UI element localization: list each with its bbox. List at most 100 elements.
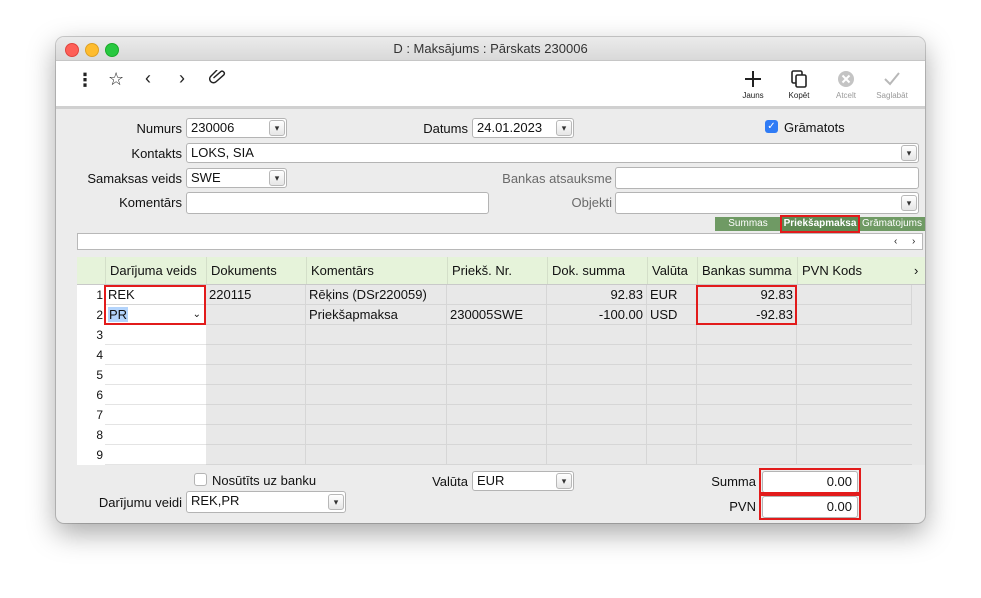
toolbar: ⋮ ☆ ‹ › Jauns Kopēt Atcelt Saglabāt — [56, 61, 925, 109]
column-pvn-kods[interactable]: PVN Kods — [797, 257, 912, 284]
save-button[interactable]: Saglabāt — [872, 69, 912, 100]
valuta-label: Valūta — [432, 474, 468, 489]
grid-body: 1 2 3 4 5 6 7 8 9 REK 220115 Rēķins (DSr… — [77, 285, 925, 465]
cell-dok-summa[interactable]: -100.00 — [547, 305, 647, 325]
cancel-circle-icon — [826, 69, 866, 91]
darijumu-veidi-label: Darījumu veidi — [98, 495, 182, 510]
row-number: 4 — [77, 345, 105, 365]
checkmark-icon — [872, 69, 912, 91]
cell-bankas-summa[interactable]: 92.83 — [697, 285, 797, 305]
nosutits-label: Nosūtīts uz banku — [212, 473, 317, 488]
cell-valuta[interactable]: EUR — [647, 285, 697, 305]
column-bankas-summa[interactable]: Bankas summa — [697, 257, 797, 284]
chevron-down-icon: ▾ — [269, 170, 285, 186]
chevron-right-icon[interactable]: › — [912, 257, 925, 284]
datums-label: Datums — [423, 121, 468, 136]
samaksas-veids-label: Samaksas veids — [87, 171, 182, 186]
kontakts-label: Kontakts — [131, 146, 182, 161]
cancel-button[interactable]: Atcelt — [826, 69, 866, 100]
column-valuta[interactable]: Valūta — [647, 257, 697, 284]
cell-prieks-nr[interactable] — [447, 285, 547, 305]
bankas-atsauksme-label: Bankas atsauksme — [502, 171, 612, 186]
tab-summas[interactable]: Summas — [715, 217, 781, 231]
cell-dok-summa[interactable]: 92.83 — [547, 285, 647, 305]
cell-pvn-kods[interactable] — [797, 305, 912, 325]
row-number: 6 — [77, 385, 105, 405]
cell-prieks-nr[interactable]: 230005SWE — [447, 305, 547, 325]
cell-pvn-kods[interactable] — [797, 285, 912, 305]
cell-valuta[interactable]: USD — [647, 305, 697, 325]
summa-label: Summa — [711, 474, 756, 489]
minimize-window-button[interactable] — [85, 43, 99, 57]
zoom-window-button[interactable] — [105, 43, 119, 57]
kontakts-value: LOKS, SIA — [191, 145, 254, 160]
row-number: 8 — [77, 425, 105, 445]
chevron-down-icon: ▾ — [328, 494, 344, 510]
row-number: 5 — [77, 365, 105, 385]
window-title: D : Maksājums : Pārskats 230006 — [393, 41, 588, 56]
column-prieks-nr[interactable]: Priekš. Nr. — [447, 257, 547, 284]
chevron-down-icon: ▾ — [269, 120, 285, 136]
chevron-down-icon: ▾ — [556, 120, 572, 136]
grid-header: Darījuma veids Dokuments Komentārs Priek… — [77, 257, 925, 285]
summa-field[interactable]: 0.00 — [762, 471, 858, 493]
cell-bankas-summa[interactable]: -92.83 — [697, 305, 797, 325]
row-number: 3 — [77, 325, 105, 345]
darijumu-veidi-value: REK,PR — [191, 493, 240, 508]
column-dok-summa[interactable]: Dok. summa — [547, 257, 647, 284]
chevron-right-icon[interactable]: › — [179, 69, 185, 87]
chevron-down-icon: ▾ — [901, 195, 917, 211]
close-window-button[interactable] — [65, 43, 79, 57]
tab-gramatojums[interactable]: Grāmatojums — [859, 217, 925, 231]
samaksas-veids-select[interactable]: SWE ▾ — [186, 168, 287, 188]
nosutits-checkbox[interactable] — [194, 473, 207, 486]
valuta-value: EUR — [477, 473, 505, 488]
tab-priekssapmaksa[interactable]: Priekšapmaksa — [782, 217, 858, 231]
column-dokuments[interactable]: Dokuments — [206, 257, 306, 284]
chevron-down-icon: ▾ — [901, 145, 917, 161]
row-number: 9 — [77, 445, 105, 465]
paperclip-icon[interactable] — [208, 69, 227, 89]
darijumu-veidi-select[interactable]: REK,PR ▾ — [186, 491, 346, 513]
column-komentars[interactable]: Komentārs — [306, 257, 447, 284]
samaksas-veids-value: SWE — [191, 170, 221, 185]
chevron-left-icon[interactable]: ‹ — [145, 69, 151, 87]
title-bar: D : Maksājums : Pārskats 230006 — [56, 37, 925, 61]
cell-dokuments[interactable] — [206, 305, 306, 325]
plus-icon — [733, 69, 773, 91]
first-column-empty — [105, 325, 206, 465]
row-number: 2 — [77, 305, 105, 325]
cell-darijuma-veids-editor[interactable]: PR ⌄ — [105, 305, 206, 325]
datums-select[interactable]: 24.01.2023 ▾ — [472, 118, 574, 138]
scroll-left-icon[interactable]: ‹ — [894, 234, 897, 249]
grid-scroll-strip: ‹ › — [77, 233, 923, 250]
objekti-select[interactable]: ▾ — [615, 192, 919, 214]
more-vertical-icon[interactable]: ⋮ — [76, 71, 94, 89]
empty-rows — [105, 325, 912, 465]
gramatots-label: Grāmatots — [784, 120, 845, 135]
valuta-select[interactable]: EUR ▾ — [472, 471, 574, 491]
copy-button[interactable]: Kopēt — [779, 69, 819, 100]
cell-dokuments[interactable]: 220115 — [206, 285, 306, 305]
gramatots-checkbox[interactable]: ✓ — [765, 120, 778, 133]
komentars-label: Komentārs — [119, 195, 182, 210]
chevron-down-icon[interactable]: ⌄ — [193, 305, 201, 324]
datums-value: 24.01.2023 — [477, 120, 543, 135]
scroll-right-icon[interactable]: › — [912, 234, 915, 249]
cell-darijuma-veids[interactable]: REK — [105, 285, 206, 305]
star-icon[interactable]: ☆ — [108, 70, 124, 88]
row-number: 1 — [77, 285, 105, 305]
cell-darijuma-veids[interactable]: PR — [108, 307, 129, 322]
column-darijuma-veids[interactable]: Darījuma veids — [105, 257, 206, 284]
new-button[interactable]: Jauns — [733, 69, 773, 100]
bankas-atsauksme-input[interactable] — [615, 167, 919, 189]
numurs-select[interactable]: 230006 ▾ — [186, 118, 287, 138]
pvn-field[interactable]: 0.00 — [762, 496, 858, 518]
pvn-label: PVN — [729, 499, 756, 514]
numurs-value: 230006 — [191, 120, 235, 135]
cell-komentars[interactable]: Rēķins (DSr220059) — [306, 285, 447, 305]
kontakts-select[interactable]: LOKS, SIA ▾ — [186, 143, 919, 163]
cell-komentars[interactable]: Priekšapmaksa — [306, 305, 447, 325]
komentars-input[interactable] — [186, 192, 489, 214]
copy-button-label: Kopēt — [788, 91, 810, 100]
